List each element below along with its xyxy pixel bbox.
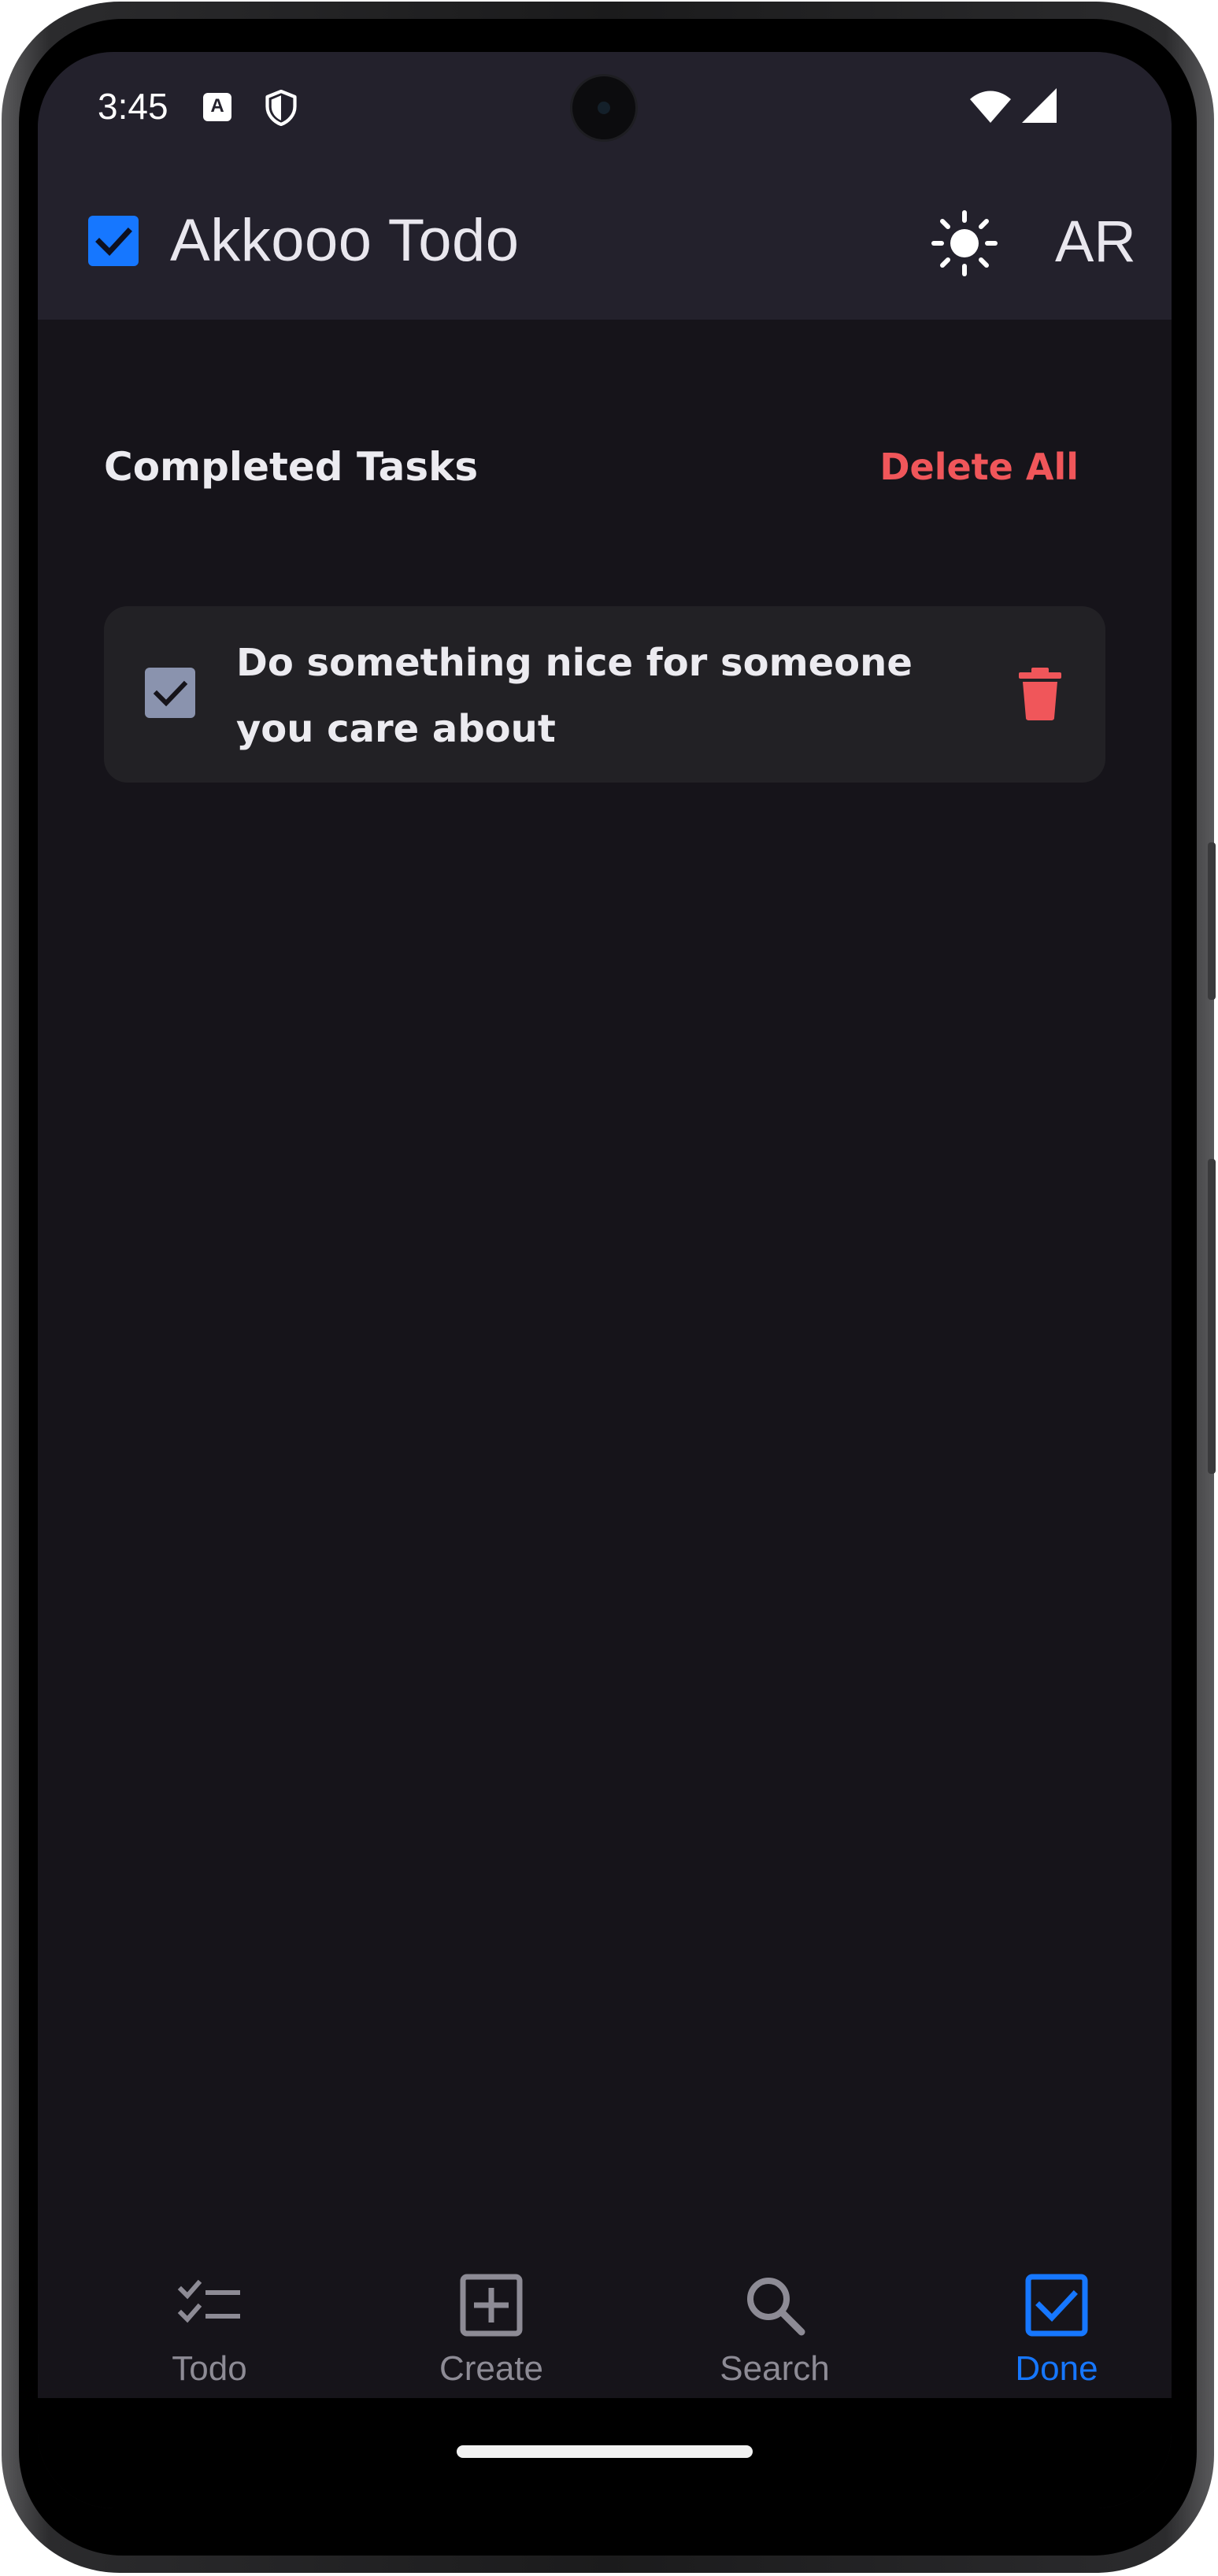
shield-icon (265, 90, 297, 126)
add-box-icon (460, 2274, 523, 2337)
gesture-bar (38, 2398, 1172, 2508)
status-bar: 3:45 A (38, 52, 1172, 162)
nav-item-search[interactable]: Search (657, 2241, 893, 2398)
trash-icon (1019, 668, 1061, 720)
checkbox-checked-icon (1025, 2274, 1088, 2337)
theme-toggle-button[interactable] (929, 208, 1000, 279)
nav-label-done: Done (1015, 2349, 1098, 2388)
keyboard-a-icon: A (203, 93, 231, 121)
check-icon (153, 680, 188, 707)
wifi-icon (970, 91, 1011, 123)
power-button (1208, 842, 1216, 1000)
nav-label-todo: Todo (172, 2349, 247, 2388)
nav-label-search: Search (720, 2349, 830, 2388)
task-item: Do something nice for someone you care a… (104, 606, 1105, 783)
section-title: Completed Tasks (104, 444, 479, 490)
language-button[interactable]: AR (1055, 208, 1136, 275)
delete-task-button[interactable] (1017, 666, 1063, 721)
bottom-navigation: Todo Create Search Done (38, 2241, 1172, 2398)
nav-item-todo[interactable]: Todo (91, 2241, 328, 2398)
nav-item-create[interactable]: Create (373, 2241, 609, 2398)
task-text: Do something nice for someone you care a… (236, 641, 913, 751)
search-icon (747, 2278, 805, 2336)
nav-item-done[interactable]: Done (938, 2241, 1172, 2398)
volume-button (1208, 1159, 1216, 1474)
task-checkbox[interactable] (145, 668, 195, 718)
sun-icon (931, 210, 998, 276)
status-time: 3:45 (98, 86, 168, 127)
app-title: Akkooo Todo (170, 207, 520, 274)
checklist-icon (177, 2279, 240, 2323)
delete-all-button[interactable]: Delete All (879, 446, 1079, 488)
app-screen: 3:45 A Akkooo Todo AR Completed Tasks De… (38, 52, 1172, 2508)
nav-label-create: Create (439, 2349, 544, 2388)
front-camera (570, 74, 638, 142)
checkbox-checked-icon (88, 216, 139, 266)
home-indicator[interactable] (457, 2445, 753, 2458)
signal-icon (1022, 88, 1057, 123)
